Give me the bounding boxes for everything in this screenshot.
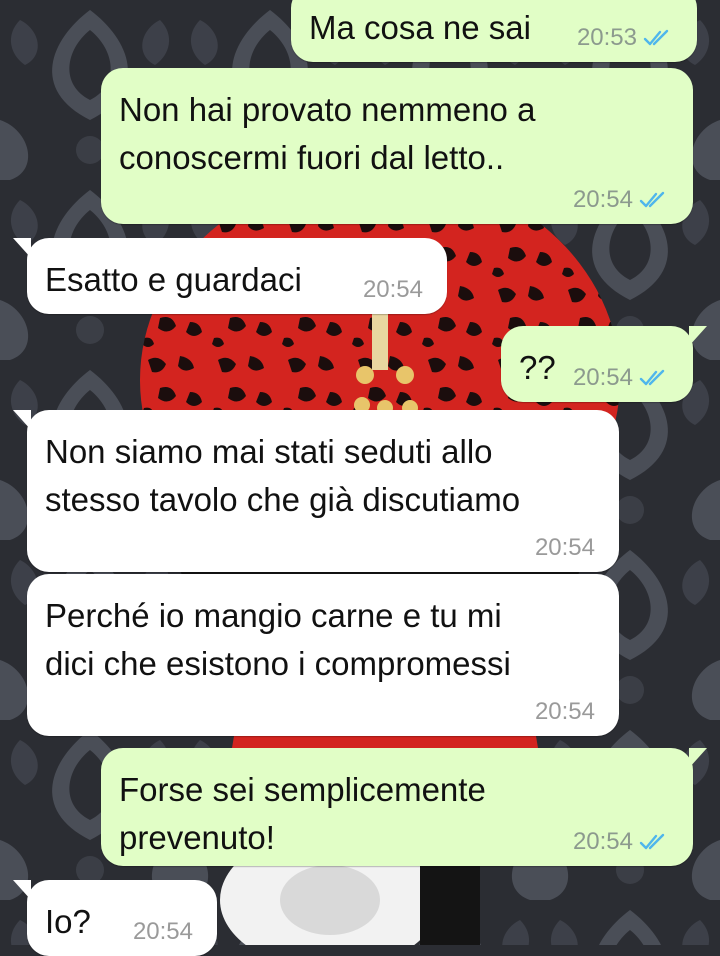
- message-meta: 20:54: [133, 918, 193, 946]
- message-meta: 20:54: [363, 276, 423, 304]
- read-double-check-icon: [643, 29, 669, 46]
- read-double-check-icon: [639, 833, 665, 850]
- read-double-check-icon: [639, 369, 665, 386]
- message-time: 20:54: [572, 364, 633, 391]
- message-time: 20:54: [362, 276, 423, 303]
- message-meta: 20:54: [573, 364, 669, 392]
- message-meta: 20:54: [535, 534, 595, 562]
- message-time: 20:54: [132, 918, 193, 945]
- message-bubble-incoming[interactable]: Non siamo mai stati seduti allo stesso t…: [13, 410, 619, 572]
- message-list[interactable]: Ma cosa ne sai 20:53 Non hai provato nem…: [0, 0, 720, 956]
- message-text: Perché io mangio carne e tu mi dici che …: [45, 597, 511, 682]
- read-double-check-icon: [639, 191, 665, 208]
- message-bubble-incoming[interactable]: Esatto e guardaci 20:54: [13, 238, 447, 314]
- message-time: 20:54: [572, 186, 633, 213]
- message-bubble-incoming[interactable]: Perché io mangio carne e tu mi dici che …: [27, 574, 619, 736]
- message-text: Non hai provato nemmeno a conoscermi fuo…: [119, 91, 536, 176]
- message-meta: 20:54: [535, 698, 595, 726]
- message-bubble-outgoing[interactable]: Non hai provato nemmeno a conoscermi fuo…: [101, 68, 693, 224]
- message-time: 20:54: [534, 698, 595, 725]
- message-meta: 20:53: [577, 24, 673, 52]
- message-meta: 20:54: [573, 828, 669, 856]
- message-bubble-outgoing[interactable]: Forse sei semplicemente prevenuto! 20:54: [101, 748, 707, 866]
- message-time: 20:53: [576, 24, 637, 51]
- message-bubble-outgoing[interactable]: ?? 20:54: [501, 326, 707, 402]
- message-time: 20:54: [572, 828, 633, 855]
- message-bubble-outgoing[interactable]: Ma cosa ne sai 20:53: [291, 0, 697, 62]
- message-text: Non siamo mai stati seduti allo stesso t…: [45, 433, 521, 518]
- message-meta: 20:54: [573, 186, 669, 214]
- message-time: 20:54: [534, 534, 595, 561]
